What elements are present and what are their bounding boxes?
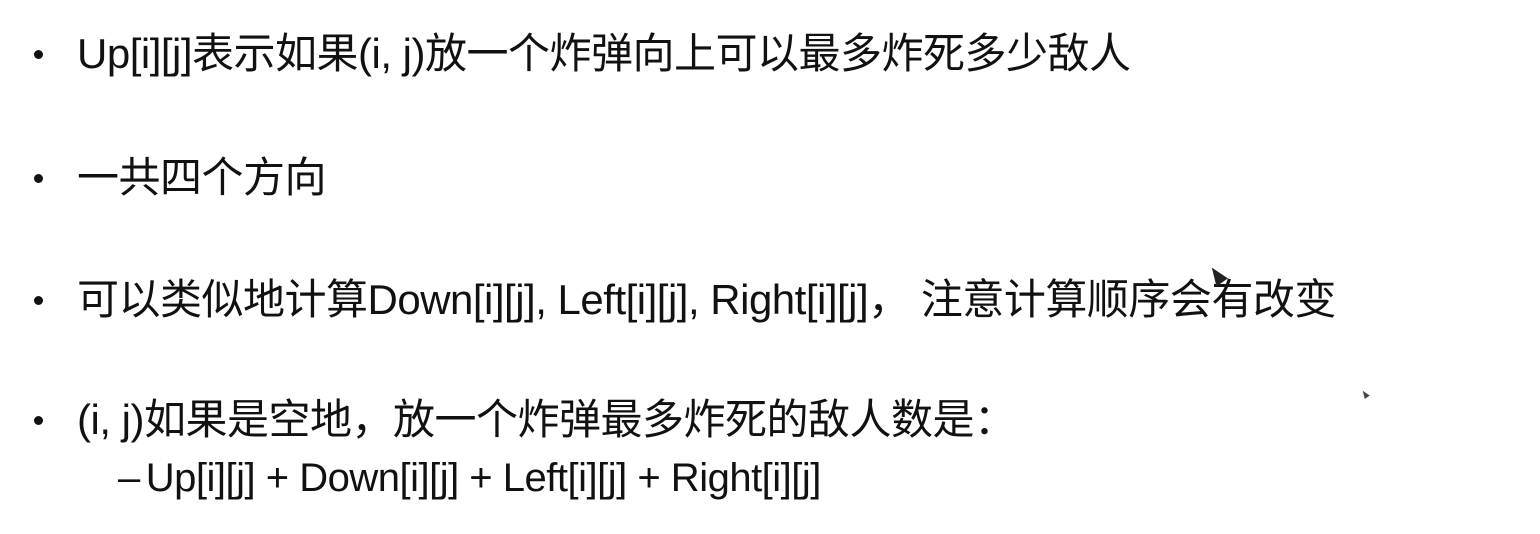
sub-bullet-text: Up[i][j] + Down[i][j] + Left[i][j] + Rig…	[145, 456, 822, 500]
mouse-pointer-icon	[1360, 389, 1370, 399]
bullet-item-3: 可以类似地计算Down[i][j], Left[i][j], Right[i][…	[34, 279, 1336, 321]
sub-bullet-dash: –	[118, 456, 140, 500]
bullet-dot-icon	[34, 173, 43, 183]
bullet-dot-icon	[34, 49, 43, 59]
bullet-text-1: Up[i][j]表示如果(i, j)放一个炸弹向上可以最多炸死多少敌人	[77, 30, 1131, 77]
bullet-text-2: 一共四个方向	[77, 154, 327, 201]
bullet-text-3: 可以类似地计算Down[i][j], Left[i][j], Right[i][…	[77, 276, 1336, 323]
bullet-item-2: 一共四个方向	[34, 154, 327, 201]
bullet-dot-icon	[34, 295, 43, 305]
bullet-item-1: Up[i][j]表示如果(i, j)放一个炸弹向上可以最多炸死多少敌人	[34, 33, 1131, 75]
slide-content: Up[i][j]表示如果(i, j)放一个炸弹向上可以最多炸死多少敌人 一共四个…	[0, 0, 1540, 534]
bullet-item-4: (i, j)如果是空地，放一个炸弹最多炸死的敌人数是：	[34, 396, 1016, 443]
bullet-dot-icon	[34, 415, 43, 425]
sub-bullet-item: – Up[i][j] + Down[i][j] + Left[i][j] + Ri…	[118, 458, 821, 498]
bullet-text-4: (i, j)如果是空地，放一个炸弹最多炸死的敌人数是：	[77, 396, 1016, 443]
